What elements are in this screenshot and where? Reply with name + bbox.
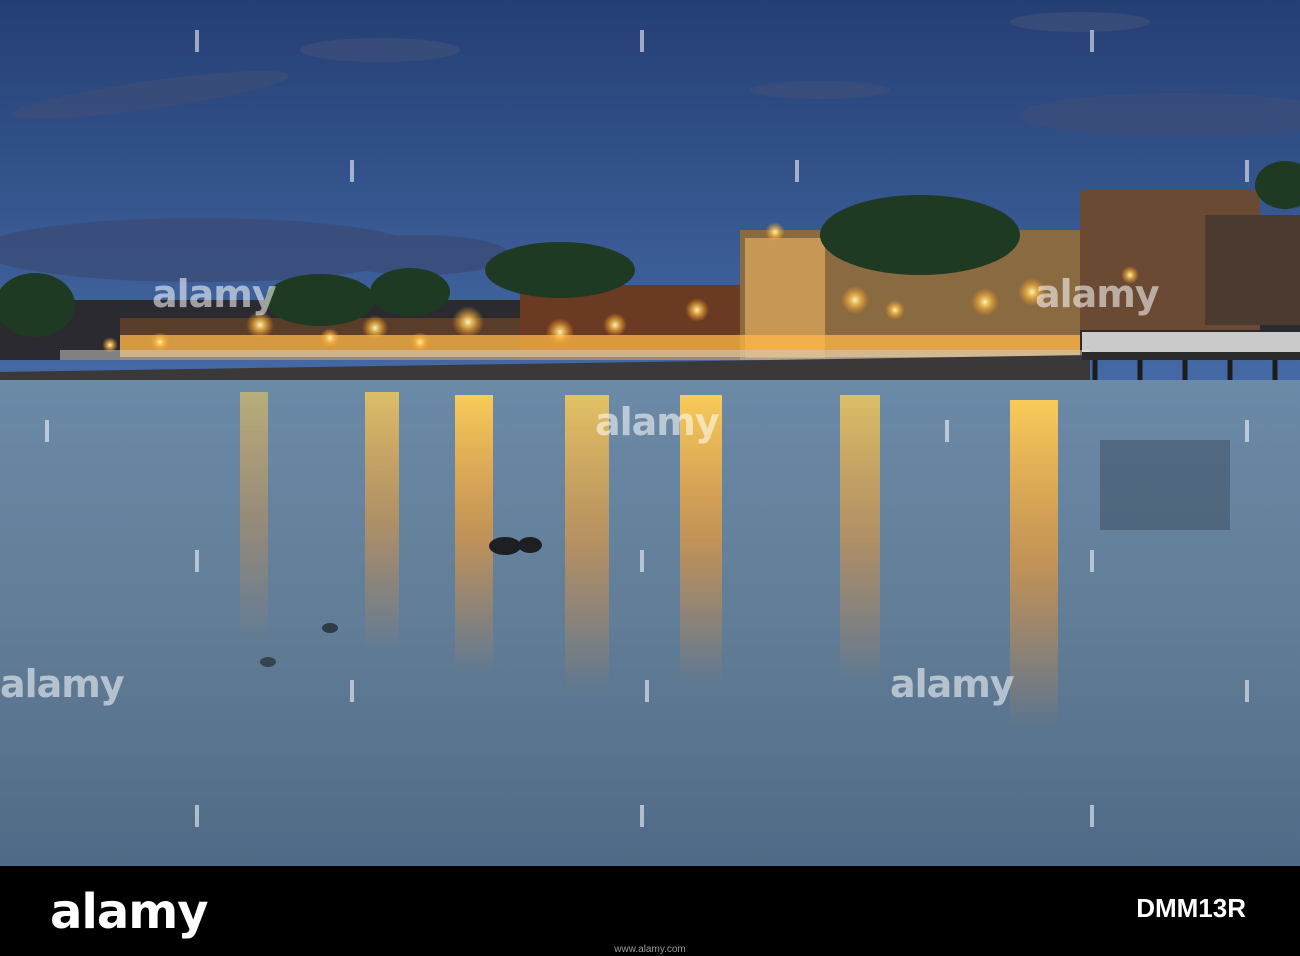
watermark-tick <box>1090 805 1094 827</box>
photo: alamy alamy alamy alamy alamy <box>0 0 1300 866</box>
watermark-tick <box>1245 160 1249 182</box>
watermark-tick <box>1090 550 1094 572</box>
watermark-tick <box>640 30 644 52</box>
watermark-tick <box>945 420 949 442</box>
watermark-tick <box>195 30 199 52</box>
watermark-tick <box>1245 680 1249 702</box>
watermark-tick <box>640 550 644 572</box>
brand-logo: alamy <box>50 884 209 940</box>
image-id: DMM13R <box>1136 893 1246 923</box>
watermark: alamy <box>1035 272 1160 316</box>
watermark-tick <box>195 805 199 827</box>
watermark-tick <box>645 680 649 702</box>
watermark: alamy <box>0 662 125 706</box>
watermark-tick <box>795 160 799 182</box>
watermark-tick <box>350 160 354 182</box>
footer-url: www.alamy.com <box>614 944 686 955</box>
watermark: alamy <box>152 272 277 316</box>
watermark-tick <box>1245 420 1249 442</box>
watermark-tick <box>1090 30 1094 52</box>
watermark-tick <box>640 805 644 827</box>
watermark: alamy <box>595 400 720 444</box>
watermark-tick <box>195 550 199 572</box>
watermark: alamy <box>890 662 1015 706</box>
watermark-tick <box>350 680 354 702</box>
watermark-tick <box>45 420 49 442</box>
